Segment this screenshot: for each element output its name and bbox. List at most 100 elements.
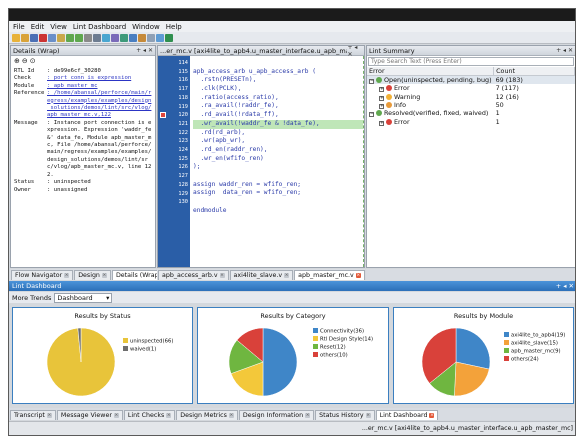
trends-select[interactable]: Dashboard ▾ (54, 292, 113, 303)
tab-transcript[interactable]: Transcript × (10, 410, 56, 420)
lint-row-count: 69 (183) (495, 76, 523, 84)
lint-summary-controls-icon[interactable]: + ◂ ✕ (556, 47, 575, 54)
lint-row[interactable]: + Warning 12 (16) (367, 92, 575, 101)
status-legend: uninspected(66) waived(1) (123, 338, 173, 354)
line-number: 126 (178, 164, 188, 171)
close-icon[interactable]: × (166, 413, 172, 418)
close-icon[interactable]: × (365, 413, 371, 418)
fit-icon[interactable]: ⊙ (30, 57, 36, 65)
close-icon[interactable]: × (284, 273, 290, 278)
filter-icon[interactable] (102, 33, 110, 42)
tab-label: Design Metrics (180, 412, 227, 419)
close-icon[interactable]: × (228, 413, 234, 418)
col-count-header[interactable]: Count (493, 67, 575, 76)
close-icon[interactable]: × (101, 273, 107, 278)
tab-message-viewer[interactable]: Message Viewer × (56, 410, 123, 420)
line-number: 124 (178, 147, 188, 154)
settings-icon[interactable] (93, 33, 101, 42)
close-icon[interactable]: × (219, 273, 225, 278)
menu-lint-dashboard[interactable]: Lint Dashboard (73, 23, 126, 31)
cut-icon[interactable] (39, 33, 47, 42)
pie-slice[interactable] (262, 327, 298, 397)
save-icon[interactable] (30, 33, 38, 42)
tab-design-information[interactable]: Design Information × (238, 410, 315, 420)
tab-flow-navigator[interactable]: Flow Navigator × (11, 270, 74, 280)
close-icon[interactable]: × (355, 273, 361, 278)
new-file-icon[interactable] (12, 33, 20, 42)
module-legend: axi4lite_to_apb4(19) axi4lite_slave(15) ap… (504, 332, 565, 364)
lint-row[interactable]: − Open(uninspected, pending, bug) 69 (183) (367, 75, 575, 84)
expand-icon[interactable]: + (379, 87, 384, 93)
expand-icon[interactable]: − (369, 112, 374, 118)
find-icon[interactable] (84, 33, 92, 42)
lint-search-input[interactable] (368, 57, 574, 66)
menu-file[interactable]: File (13, 23, 25, 31)
details-module-link[interactable]: : apb_master_mc (47, 83, 152, 90)
chevron-down-icon: ▾ (106, 293, 110, 302)
lint-row[interactable]: + Error 1 (367, 118, 575, 126)
trends-row: More Trends Dashboard ▾ (9, 292, 575, 303)
expand-icon[interactable]: + (379, 120, 384, 126)
zoom-icon[interactable] (156, 33, 164, 42)
tab-status-history[interactable]: Status History × (315, 410, 375, 420)
menu-edit[interactable]: Edit (31, 23, 45, 31)
waiver-icon[interactable] (129, 33, 137, 42)
info-icon (386, 101, 392, 108)
tab-apb-master-mc-v[interactable]: apb_master_mc.v × (294, 270, 365, 280)
code-line: .rstn(PRESETn), (193, 76, 257, 84)
lint-row-label-cell: + Warning (367, 92, 494, 101)
lint-row[interactable]: − Resolved(verified, fixed, waived) 1 (367, 109, 575, 118)
menu-window[interactable]: Window (132, 23, 160, 31)
line-number: 121 (178, 120, 188, 127)
layout-icon[interactable] (147, 33, 155, 42)
expand-icon[interactable]: + (379, 103, 384, 109)
dashboard-controls-icon[interactable]: + ◂ ✕ (556, 282, 574, 290)
expand-icon[interactable]: − (369, 79, 374, 84)
tab-label: Design (78, 272, 100, 279)
redo-icon[interactable] (75, 33, 83, 42)
code-line: .ra_avail(!raddr_fe), (193, 102, 279, 110)
close-icon[interactable]: × (429, 413, 435, 418)
zoom-in-icon[interactable]: ⊕ (14, 57, 20, 65)
details-check-link[interactable]: : port_conn_is_expression (47, 75, 152, 82)
open-folder-icon[interactable] (21, 33, 29, 42)
details-key: Check (14, 75, 31, 82)
error-marker-icon[interactable] (160, 112, 166, 119)
legend-label: others(24) (511, 356, 539, 363)
report-icon[interactable] (111, 33, 119, 42)
panel-controls-icon[interactable]: + ◂ ✕ (136, 47, 155, 54)
legend-swatch (504, 348, 509, 353)
zoom-out-icon[interactable]: ⊖ (22, 57, 28, 65)
tag-icon[interactable] (138, 33, 146, 42)
tab-design[interactable]: Design × (74, 270, 111, 280)
undo-icon[interactable] (66, 33, 74, 42)
copy-icon[interactable] (48, 33, 56, 42)
tab-design-metrics[interactable]: Design Metrics × (176, 410, 238, 420)
lint-row[interactable]: + Error 7 (117) (367, 84, 575, 93)
col-error-header[interactable]: Error (367, 67, 495, 76)
details-reference-link[interactable]: : /home/abansal/perforce/main/regress/ex… (47, 90, 152, 120)
code-line: .rd_avail(!rdata_ff), (193, 111, 279, 119)
menu-help[interactable]: Help (166, 23, 182, 31)
tab-axi4lite-slave-v[interactable]: axi4lite_slave.v × (229, 270, 294, 280)
check-icon[interactable] (165, 33, 173, 42)
tab-lint-dashboard[interactable]: Lint Dashboard × (375, 410, 439, 420)
close-icon[interactable]: × (113, 413, 119, 418)
lint-row[interactable]: + Info 50 (367, 101, 575, 109)
close-icon[interactable]: × (46, 413, 52, 418)
menu-view[interactable]: View (50, 23, 67, 31)
tab-apb-access-arb-v[interactable]: apb_access_arb.v × (158, 270, 229, 280)
code-area[interactable]: apb_access_arb u_apb_access_arb ( .rstn(… (190, 56, 364, 267)
expand-icon[interactable]: + (379, 95, 384, 101)
run-icon[interactable] (120, 33, 128, 42)
category-pie-chart (228, 327, 298, 397)
legend-label: others(10) (320, 352, 348, 359)
tab-lint-checks[interactable]: Lint Checks × (123, 410, 176, 420)
legend-swatch (123, 338, 128, 343)
warning-icon (386, 93, 392, 100)
paste-icon[interactable] (57, 33, 65, 42)
close-icon[interactable]: × (305, 413, 311, 418)
lint-row-label-cell: + Info (367, 101, 494, 109)
status-bar: ...er_mc.v [axi4lite_to_apb4.u_master_in… (9, 421, 575, 435)
close-icon[interactable]: × (64, 273, 70, 278)
